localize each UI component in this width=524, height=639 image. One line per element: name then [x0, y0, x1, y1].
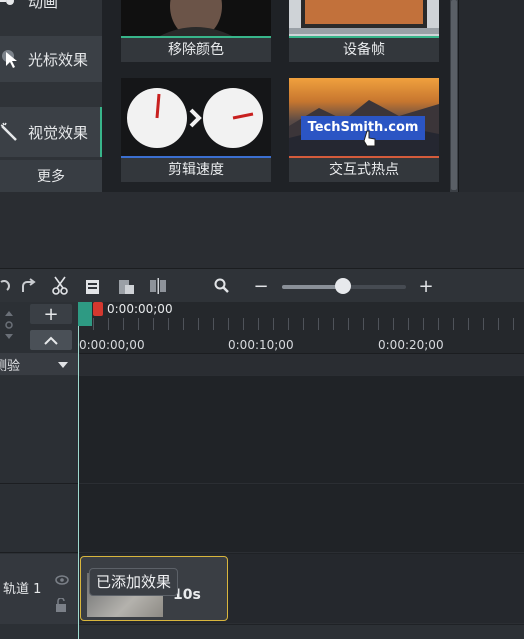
sidebar-item-animations[interactable]: 动画	[0, 0, 102, 18]
track-controls	[55, 570, 71, 616]
cut-icon[interactable]	[49, 276, 71, 296]
device-frame-thumbnail	[289, 0, 439, 38]
playhead-line	[78, 326, 79, 639]
timeline-toolbar: − +	[0, 268, 524, 302]
interactive-hotspot-thumbnail: TechSmith.com	[289, 78, 439, 158]
zoom-out-button[interactable]: −	[250, 276, 272, 297]
effect-tile-interactive-hotspot[interactable]: TechSmith.com 交互式热点	[289, 78, 439, 182]
track-selector[interactable]: 测验	[0, 353, 78, 375]
animation-icon	[0, 0, 20, 11]
ruler-ticks	[78, 318, 524, 330]
playhead-time: 0:00:00;00	[107, 302, 173, 316]
copy-icon[interactable]	[82, 276, 104, 296]
add-track-button[interactable]: +	[30, 304, 72, 325]
dropdown-arrow-icon	[58, 357, 68, 372]
zoom-slider-handle[interactable]	[335, 278, 351, 294]
split-icon[interactable]	[147, 276, 169, 296]
lock-icon[interactable]	[55, 597, 71, 616]
track-selector-label: 测验	[0, 358, 21, 374]
effect-tile-clip-speed[interactable]: 剪辑速度	[121, 78, 271, 182]
sidebar-item-label: 视觉效果	[28, 123, 89, 142]
sidebar-item-label: 光标效果	[28, 50, 89, 69]
ruler-mark: 0:00:20;00	[378, 338, 444, 352]
ruler-mark: 0:00:00;00	[79, 338, 145, 352]
effects-library: 移除颜色 设备帧 剪辑速度 TechSmith.com 交互式热点	[102, 0, 450, 192]
collapse-button[interactable]	[30, 330, 72, 350]
remove-color-thumbnail	[121, 0, 271, 38]
playhead-out-marker[interactable]	[93, 302, 103, 316]
playhead-handle[interactable]	[78, 302, 92, 326]
track-lane[interactable]	[79, 354, 524, 376]
zoom-in-button[interactable]: +	[415, 276, 437, 297]
effect-added-tooltip: 已添加效果	[89, 568, 179, 596]
track-header	[0, 376, 78, 484]
track-lane[interactable]	[79, 376, 524, 484]
undo-icon[interactable]	[0, 276, 14, 296]
zoom-icon[interactable]	[211, 276, 233, 296]
redo-icon[interactable]	[17, 276, 39, 296]
magic-wand-icon	[0, 122, 20, 142]
track-lane[interactable]	[79, 485, 524, 553]
sidebar-item-cursor-effects[interactable]: 光标效果	[0, 36, 102, 82]
tile-label: 交互式热点	[289, 158, 439, 182]
track-name: 轨道 1	[3, 582, 42, 597]
effect-tile-device-frame[interactable]: 设备帧	[289, 0, 439, 62]
more-button[interactable]: 更多	[0, 160, 102, 192]
clip-speed-thumbnail	[121, 78, 271, 158]
zoom-slider-fill	[282, 285, 343, 289]
ruler-mark: 0:00:10;00	[228, 338, 294, 352]
right-panel	[458, 0, 524, 192]
tile-label: 设备帧	[289, 38, 439, 62]
sidebar-item-visual-effects[interactable]: 视觉效果	[0, 107, 102, 157]
library-scrollbar-thumb[interactable]	[451, 0, 457, 190]
effect-tile-remove-color[interactable]: 移除颜色	[121, 0, 271, 62]
track-header	[0, 485, 78, 553]
chevron-up-icon	[44, 331, 58, 350]
eye-icon[interactable]	[55, 570, 71, 589]
effects-category-sidebar: 动画 光标效果 视觉效果 更多	[0, 0, 102, 192]
timeline-scrollbar[interactable]	[79, 625, 524, 639]
sidebar-item-label: 动画	[28, 0, 59, 11]
track-height-icon[interactable]	[3, 310, 15, 344]
cursor-effects-icon	[0, 49, 20, 69]
paste-icon[interactable]	[115, 276, 137, 296]
tile-label: 剪辑速度	[121, 158, 271, 182]
panel-divider-area	[0, 192, 524, 268]
tile-label: 移除颜色	[121, 38, 271, 62]
hand-cursor-icon	[363, 130, 377, 152]
